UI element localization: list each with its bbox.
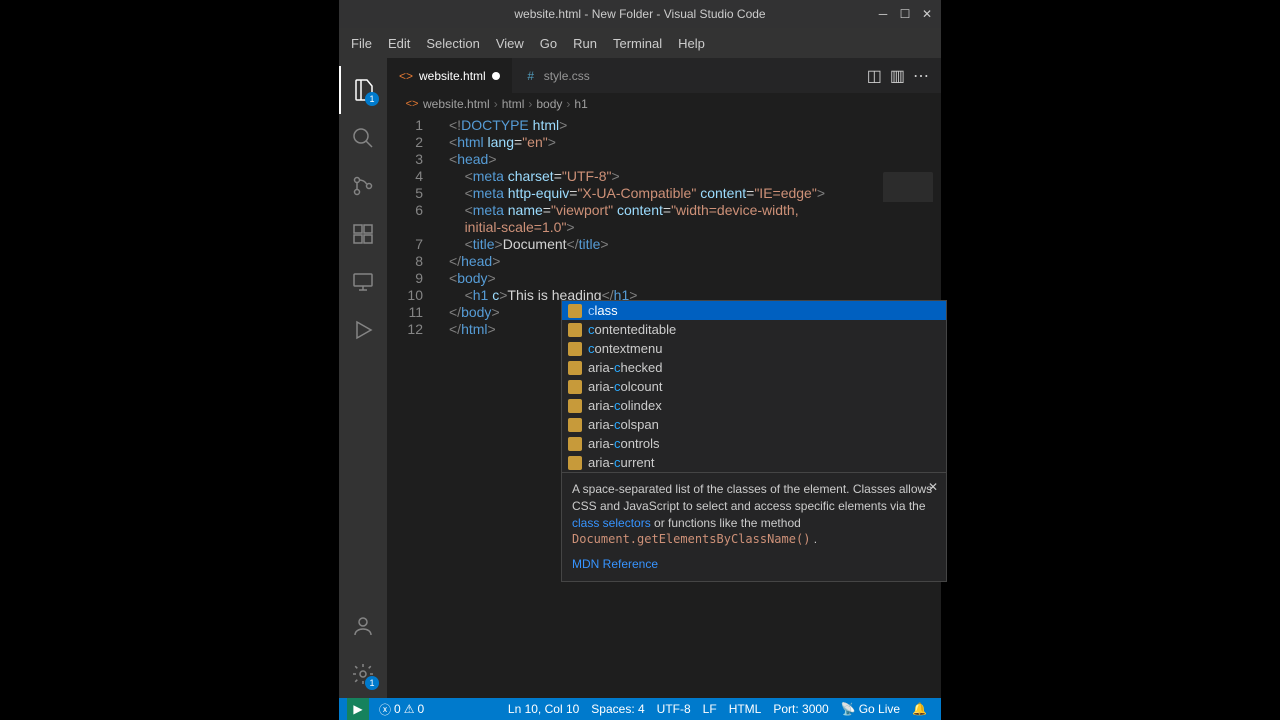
menu-terminal[interactable]: Terminal bbox=[605, 32, 670, 55]
property-icon bbox=[568, 399, 582, 413]
html-file-icon: <> bbox=[399, 69, 413, 83]
code-editor[interactable]: 123 456 789 101112 <!DOCTYPE html> <html… bbox=[387, 115, 941, 698]
suggest-item-8[interactable]: aria-current bbox=[562, 453, 946, 472]
status-port[interactable]: Port: 3000 bbox=[767, 702, 834, 716]
settings-badge: 1 bbox=[365, 676, 379, 690]
suggest-label: aria-controls bbox=[588, 435, 660, 452]
intellisense-popup[interactable]: class contenteditable contextmenu aria-chec… bbox=[561, 300, 947, 582]
close-icon[interactable]: ✕ bbox=[917, 4, 937, 24]
close-doc-icon[interactable]: ✕ bbox=[928, 479, 938, 496]
property-icon bbox=[568, 361, 582, 375]
menu-bar: File Edit Selection View Go Run Terminal… bbox=[339, 28, 941, 58]
window-title: website.html - New Folder - Visual Studi… bbox=[514, 7, 765, 21]
suggest-label: aria-current bbox=[588, 454, 654, 471]
suggest-item-6[interactable]: aria-colspan bbox=[562, 415, 946, 434]
suggest-item-3[interactable]: aria-checked bbox=[562, 358, 946, 377]
mdn-reference-link[interactable]: MDN Reference bbox=[572, 556, 658, 573]
minimize-icon[interactable]: ─ bbox=[873, 4, 893, 24]
property-icon bbox=[568, 437, 582, 451]
status-spaces[interactable]: Spaces: 4 bbox=[585, 702, 650, 716]
doc-link-selectors[interactable]: class selectors bbox=[572, 516, 651, 530]
run-icon[interactable] bbox=[339, 306, 387, 354]
explorer-icon[interactable]: 1 bbox=[339, 66, 387, 114]
crumb-file[interactable]: website.html bbox=[423, 97, 490, 111]
suggest-item-7[interactable]: aria-controls bbox=[562, 434, 946, 453]
status-bell-icon[interactable]: 🔔 bbox=[906, 702, 933, 716]
status-golive[interactable]: 📡 Go Live bbox=[835, 702, 906, 716]
suggest-label: aria-checked bbox=[588, 359, 662, 376]
status-encoding[interactable]: UTF-8 bbox=[651, 702, 697, 716]
modified-dot-icon bbox=[492, 72, 500, 80]
suggest-item-1[interactable]: contenteditable bbox=[562, 320, 946, 339]
tab-style-css[interactable]: # style.css bbox=[512, 58, 602, 93]
menu-go[interactable]: Go bbox=[532, 32, 565, 55]
remote-icon[interactable] bbox=[339, 258, 387, 306]
suggestion-doc: ✕ A space-separated list of the classes … bbox=[562, 472, 946, 581]
status-lang[interactable]: HTML bbox=[723, 702, 768, 716]
menu-file[interactable]: File bbox=[343, 32, 380, 55]
html-file-icon: <> bbox=[405, 97, 419, 111]
menu-edit[interactable]: Edit bbox=[380, 32, 418, 55]
minimap[interactable] bbox=[883, 172, 933, 222]
menu-help[interactable]: Help bbox=[670, 32, 713, 55]
breadcrumbs[interactable]: <> website.html › html › body › h1 bbox=[387, 93, 941, 115]
tab-bar: <> website.html # style.css ◫ ▥ ⋯ bbox=[387, 58, 941, 93]
split-editor-icon[interactable]: ◫ bbox=[867, 66, 882, 86]
status-eol[interactable]: LF bbox=[697, 702, 723, 716]
status-line-col[interactable]: Ln 10, Col 10 bbox=[502, 702, 585, 716]
crumb-body[interactable]: body bbox=[536, 97, 562, 111]
activity-bar: 1 1 bbox=[339, 58, 387, 698]
line-gutter: 123 456 789 101112 bbox=[387, 115, 441, 698]
more-icon[interactable]: ⋯ bbox=[913, 66, 929, 86]
property-icon bbox=[568, 323, 582, 337]
suggest-label: aria-colindex bbox=[588, 397, 662, 414]
search-icon[interactable] bbox=[339, 114, 387, 162]
menu-run[interactable]: Run bbox=[565, 32, 605, 55]
account-icon[interactable] bbox=[339, 602, 387, 650]
property-icon bbox=[568, 456, 582, 470]
suggest-label: contextmenu bbox=[588, 340, 662, 357]
crumb-h1[interactable]: h1 bbox=[574, 97, 587, 111]
property-icon bbox=[568, 380, 582, 394]
suggest-item-5[interactable]: aria-colindex bbox=[562, 396, 946, 415]
status-errors[interactable]: ⓧ 0 ⚠ 0 bbox=[373, 701, 430, 718]
suggest-label: aria-colspan bbox=[588, 416, 659, 433]
tab-website-html[interactable]: <> website.html bbox=[387, 58, 512, 93]
menu-selection[interactable]: Selection bbox=[418, 32, 487, 55]
css-file-icon: # bbox=[524, 69, 538, 83]
property-icon bbox=[568, 418, 582, 432]
status-bar: ▶ ⓧ 0 ⚠ 0 Ln 10, Col 10 Spaces: 4 UTF-8 … bbox=[339, 698, 941, 720]
menu-view[interactable]: View bbox=[488, 32, 532, 55]
layout-icon[interactable]: ▥ bbox=[890, 66, 905, 86]
settings-icon[interactable]: 1 bbox=[339, 650, 387, 698]
property-icon bbox=[568, 304, 582, 318]
suggest-label: aria-colcount bbox=[588, 378, 662, 395]
suggest-label: contenteditable bbox=[588, 321, 676, 338]
scm-icon[interactable] bbox=[339, 162, 387, 210]
crumb-html[interactable]: html bbox=[502, 97, 525, 111]
suggest-item-0[interactable]: class bbox=[562, 301, 946, 320]
suggest-item-2[interactable]: contextmenu bbox=[562, 339, 946, 358]
property-icon bbox=[568, 342, 582, 356]
explorer-badge: 1 bbox=[365, 92, 379, 106]
tab-label: style.css bbox=[544, 69, 590, 83]
extensions-icon[interactable] bbox=[339, 210, 387, 258]
status-run-icon[interactable]: ▶ bbox=[347, 698, 369, 720]
tab-label: website.html bbox=[419, 69, 486, 83]
suggest-item-4[interactable]: aria-colcount bbox=[562, 377, 946, 396]
suggest-label: class bbox=[588, 302, 618, 319]
maximize-icon[interactable]: ☐ bbox=[895, 4, 915, 24]
title-bar: website.html - New Folder - Visual Studi… bbox=[339, 0, 941, 28]
